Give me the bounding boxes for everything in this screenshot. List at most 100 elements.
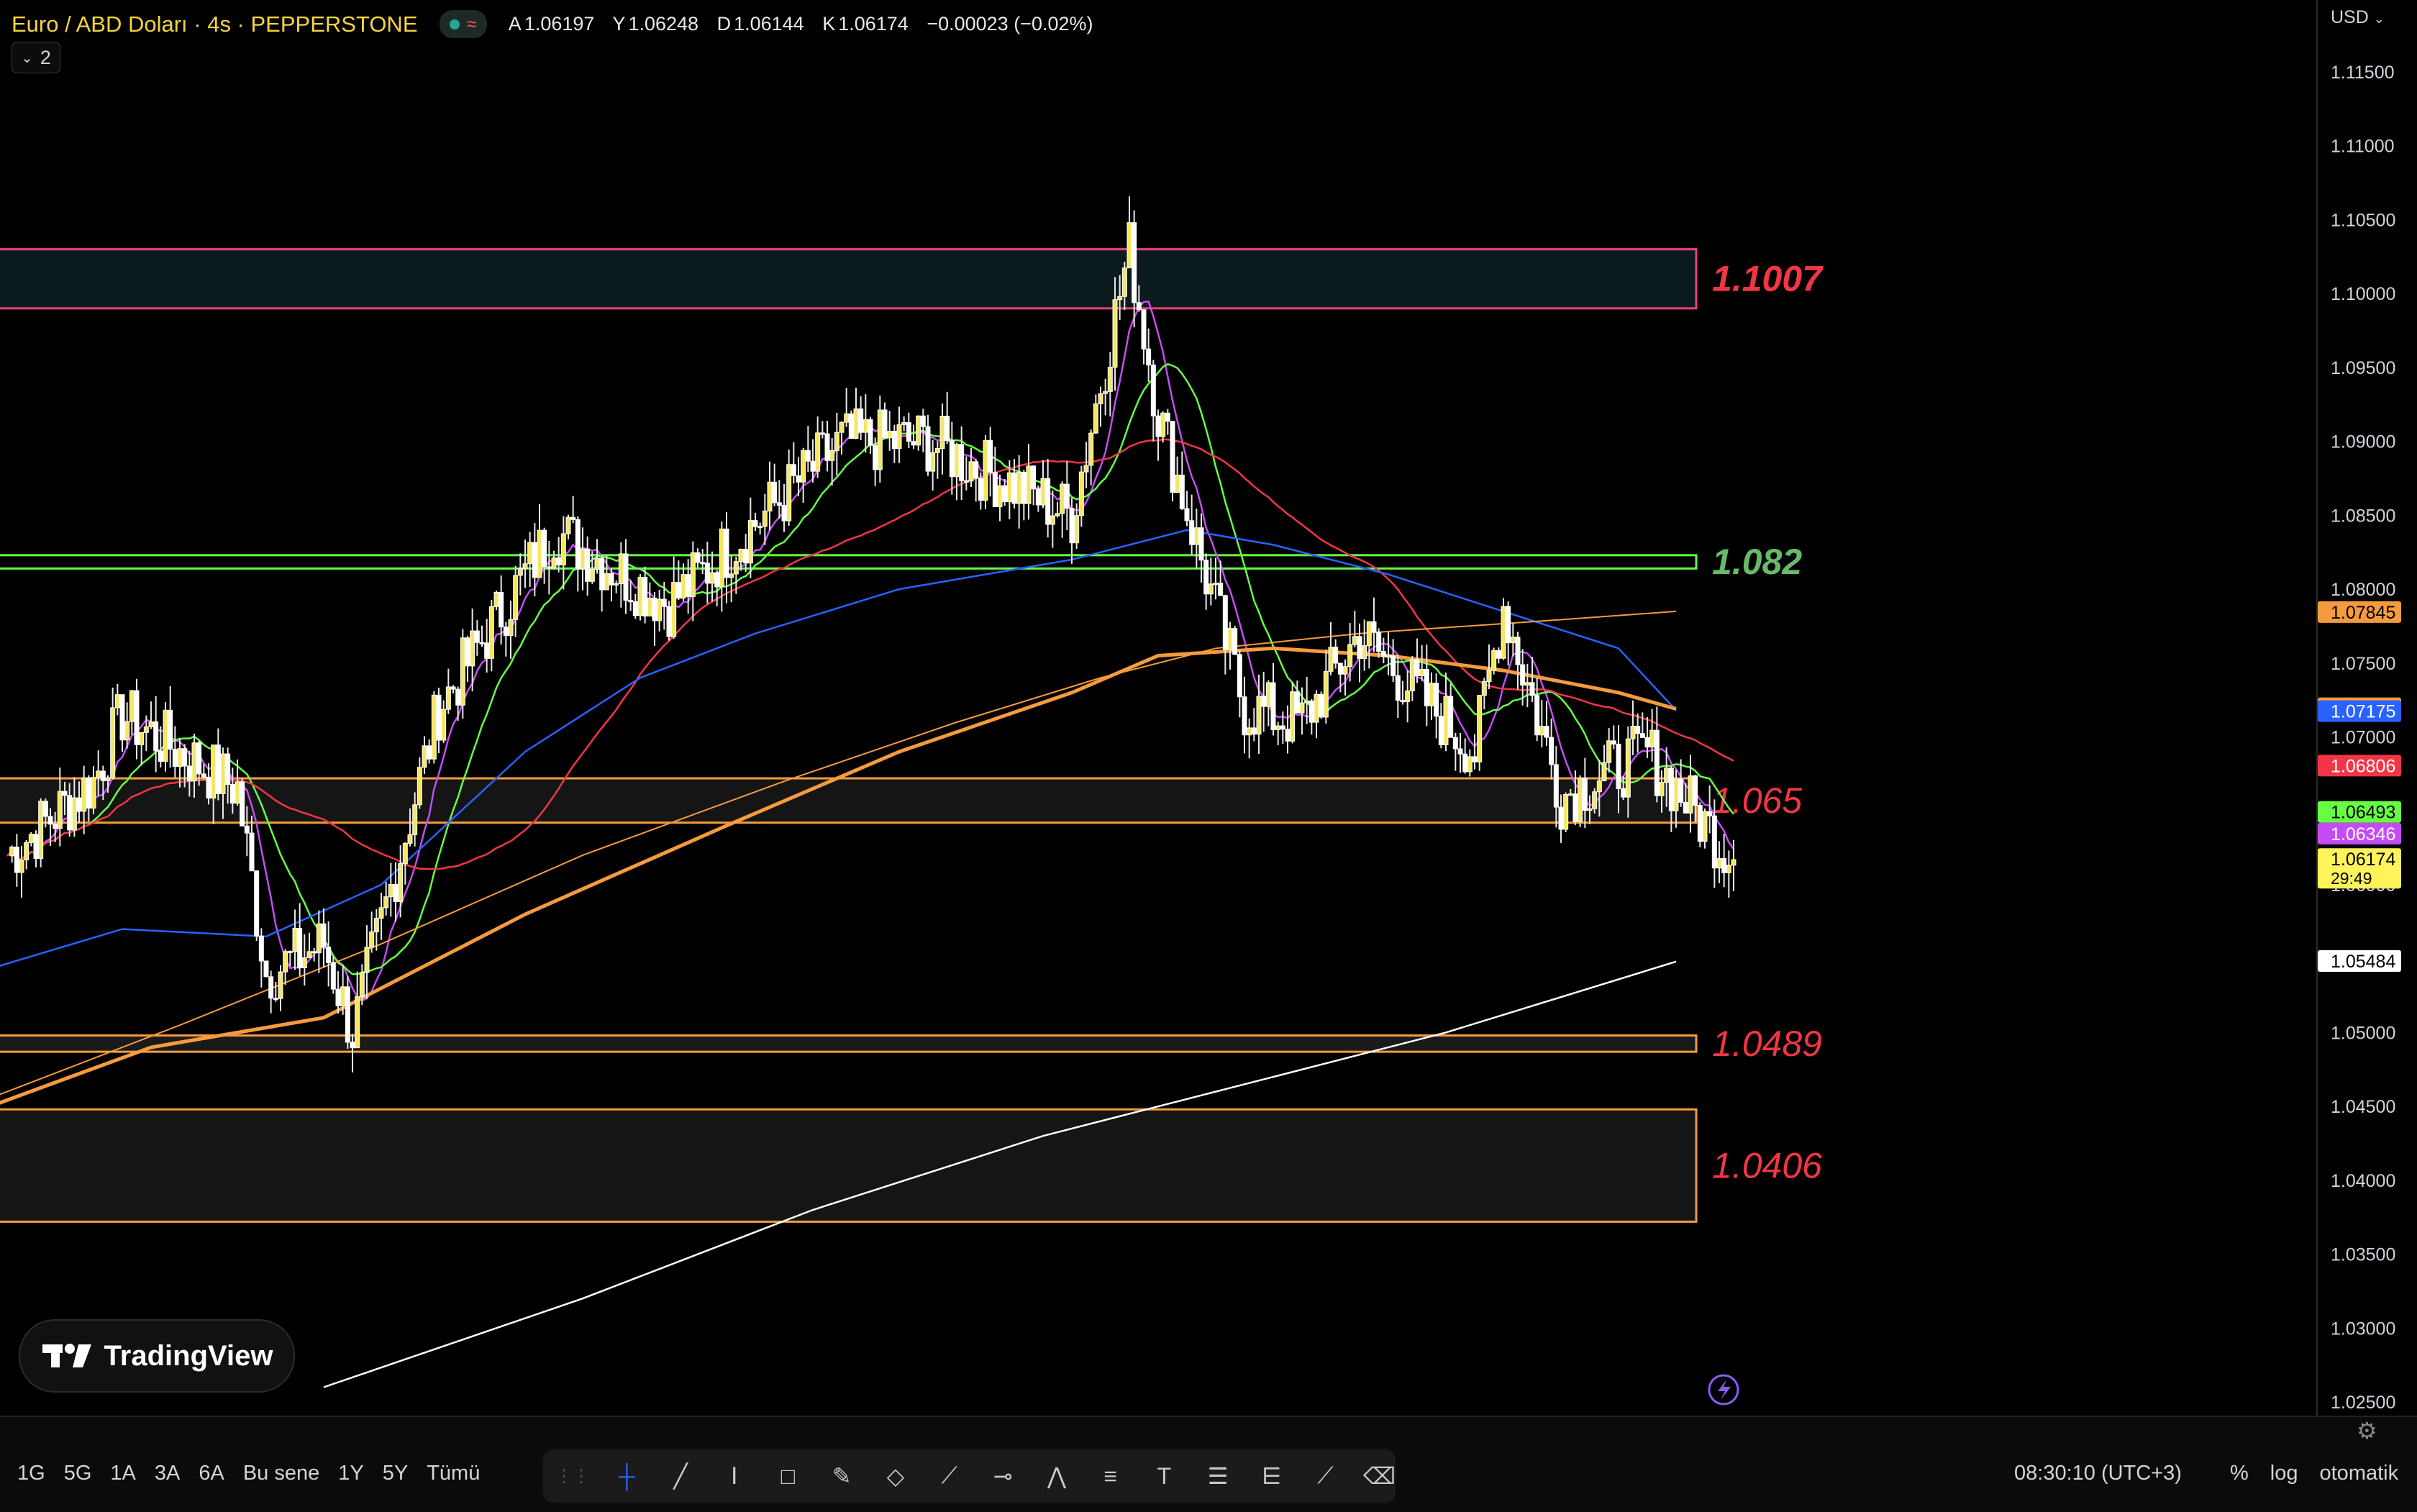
candle-body: [1107, 366, 1113, 392]
candle-body: [887, 431, 893, 439]
range-6a[interactable]: 6A: [199, 1462, 224, 1485]
candle-body: [628, 600, 634, 603]
auto-toggle[interactable]: otomatik: [2320, 1462, 2399, 1485]
candle-body: [939, 416, 945, 450]
candle-body: [527, 542, 533, 565]
candle-body: [326, 947, 332, 963]
candle-body: [1385, 655, 1391, 658]
candle-body: [1026, 465, 1032, 504]
candle-body: [599, 557, 605, 591]
range-selector: 1G 5G 1A 3A 6A Bu sene 1Y 5Y Tümü: [17, 1462, 480, 1485]
candle-body: [76, 797, 82, 812]
pitchfork-icon[interactable]: ⋿: [1255, 1459, 1288, 1493]
tradingview-logo[interactable]: TradingView: [19, 1319, 295, 1393]
candle-body: [1251, 727, 1257, 735]
candle-body: [1347, 644, 1353, 668]
range-1g[interactable]: 1G: [17, 1462, 45, 1485]
candle-body: [427, 745, 432, 760]
candle-body: [398, 863, 404, 902]
brush-icon[interactable]: ✎: [826, 1459, 858, 1493]
text-icon[interactable]: T: [1148, 1459, 1180, 1493]
candle-body: [647, 597, 652, 616]
candle-body: [1050, 515, 1055, 525]
indicator-count: 2: [40, 46, 51, 68]
candle-body: [460, 637, 465, 706]
candle-body: [100, 770, 106, 781]
range-1a[interactable]: 1A: [110, 1462, 135, 1485]
indicator-collapse-button[interactable]: ⌄ 2: [12, 42, 60, 73]
candle-body: [1477, 695, 1483, 762]
candle-body: [632, 601, 638, 616]
range-all[interactable]: Tümü: [427, 1462, 480, 1485]
price-axis[interactable]: [2316, 0, 2417, 1416]
wave-icon: ≈: [466, 13, 477, 35]
range-ytd[interactable]: Bu sene: [243, 1462, 319, 1485]
clock[interactable]: 08:30:10 (UTC+3): [2014, 1462, 2182, 1485]
candle-body: [316, 923, 322, 954]
candle-body: [493, 592, 499, 607]
candle-body: [1481, 681, 1487, 696]
candle-body: [1011, 472, 1017, 504]
symbol-title[interactable]: Euro / ABD Doları · 4s · PEPPERSTONE: [12, 12, 418, 37]
candle-body: [1467, 756, 1472, 773]
market-status[interactable]: ≈: [439, 10, 487, 38]
candle-body: [1314, 693, 1319, 723]
candle-body: [369, 932, 375, 948]
logo-text: TradingView: [104, 1339, 273, 1372]
ellipse-icon[interactable]: ◇: [880, 1459, 912, 1493]
candle-body: [1247, 727, 1252, 736]
candle-body: [359, 972, 365, 998]
log-toggle[interactable]: log: [2270, 1462, 2298, 1485]
candle-body: [1731, 859, 1736, 866]
candle-body: [978, 478, 983, 501]
zone-label-4: 1.0406: [1712, 1145, 1822, 1185]
candle-body: [1443, 696, 1449, 745]
rectangle-icon[interactable]: □: [772, 1459, 804, 1493]
candle-body: [1616, 743, 1621, 789]
range-3a[interactable]: 3A: [155, 1462, 180, 1485]
candle-body: [1160, 412, 1166, 437]
fib-channel-icon[interactable]: ☰: [1202, 1459, 1234, 1493]
candle-body: [551, 557, 557, 569]
fib-icon[interactable]: Ⅰ: [718, 1459, 750, 1493]
pattern-icon[interactable]: ⋀: [1041, 1459, 1073, 1493]
candle-body: [1328, 647, 1334, 672]
path-icon[interactable]: ⟋: [933, 1459, 965, 1493]
candle-body: [1265, 682, 1271, 707]
range-5y[interactable]: 5Y: [383, 1462, 408, 1485]
candle-body: [445, 686, 451, 710]
candle-body: [1611, 740, 1616, 744]
candle-body: [1635, 726, 1641, 734]
horizontal-ray-icon[interactable]: ⊸: [987, 1459, 1019, 1493]
trendline-icon[interactable]: ╱: [665, 1459, 697, 1493]
parallel-channel-icon[interactable]: ≡: [1094, 1459, 1126, 1493]
range-5g[interactable]: 5G: [64, 1462, 92, 1485]
market-open-dot-icon: [449, 19, 460, 29]
candle-body: [19, 859, 24, 873]
candle-body: [1659, 782, 1665, 796]
candle-body: [1323, 670, 1329, 718]
currency-select[interactable]: USD ⌄: [2331, 7, 2385, 28]
candle-body: [1175, 474, 1180, 493]
crosshair-icon[interactable]: ┼: [611, 1459, 643, 1493]
range-1y[interactable]: 1Y: [338, 1462, 363, 1485]
candle-body: [470, 630, 475, 667]
percent-toggle[interactable]: %: [2230, 1462, 2249, 1485]
candle-body: [71, 797, 77, 831]
candle-body: [393, 883, 399, 902]
ray-icon[interactable]: ⟋: [1309, 1459, 1342, 1493]
candle-body: [877, 409, 883, 470]
zone-0: [0, 248, 1698, 310]
candle-body: [465, 637, 470, 667]
eraser-icon[interactable]: ⌫: [1363, 1459, 1396, 1493]
candle-body: [853, 408, 859, 439]
candle-body: [690, 552, 696, 598]
toolbar-drag-handle-icon[interactable]: ⋮⋮: [555, 1459, 590, 1493]
candle-body: [1045, 478, 1051, 525]
price-chart[interactable]: 1.10071.0821.0651.04891.04061.115001.110…: [0, 0, 2417, 1416]
candle-body: [306, 951, 312, 959]
candle-body: [896, 424, 902, 450]
candle-body: [945, 416, 950, 442]
candle-body: [1132, 222, 1137, 304]
chart-settings-gear-icon[interactable]: ⚙: [2357, 1417, 2377, 1444]
